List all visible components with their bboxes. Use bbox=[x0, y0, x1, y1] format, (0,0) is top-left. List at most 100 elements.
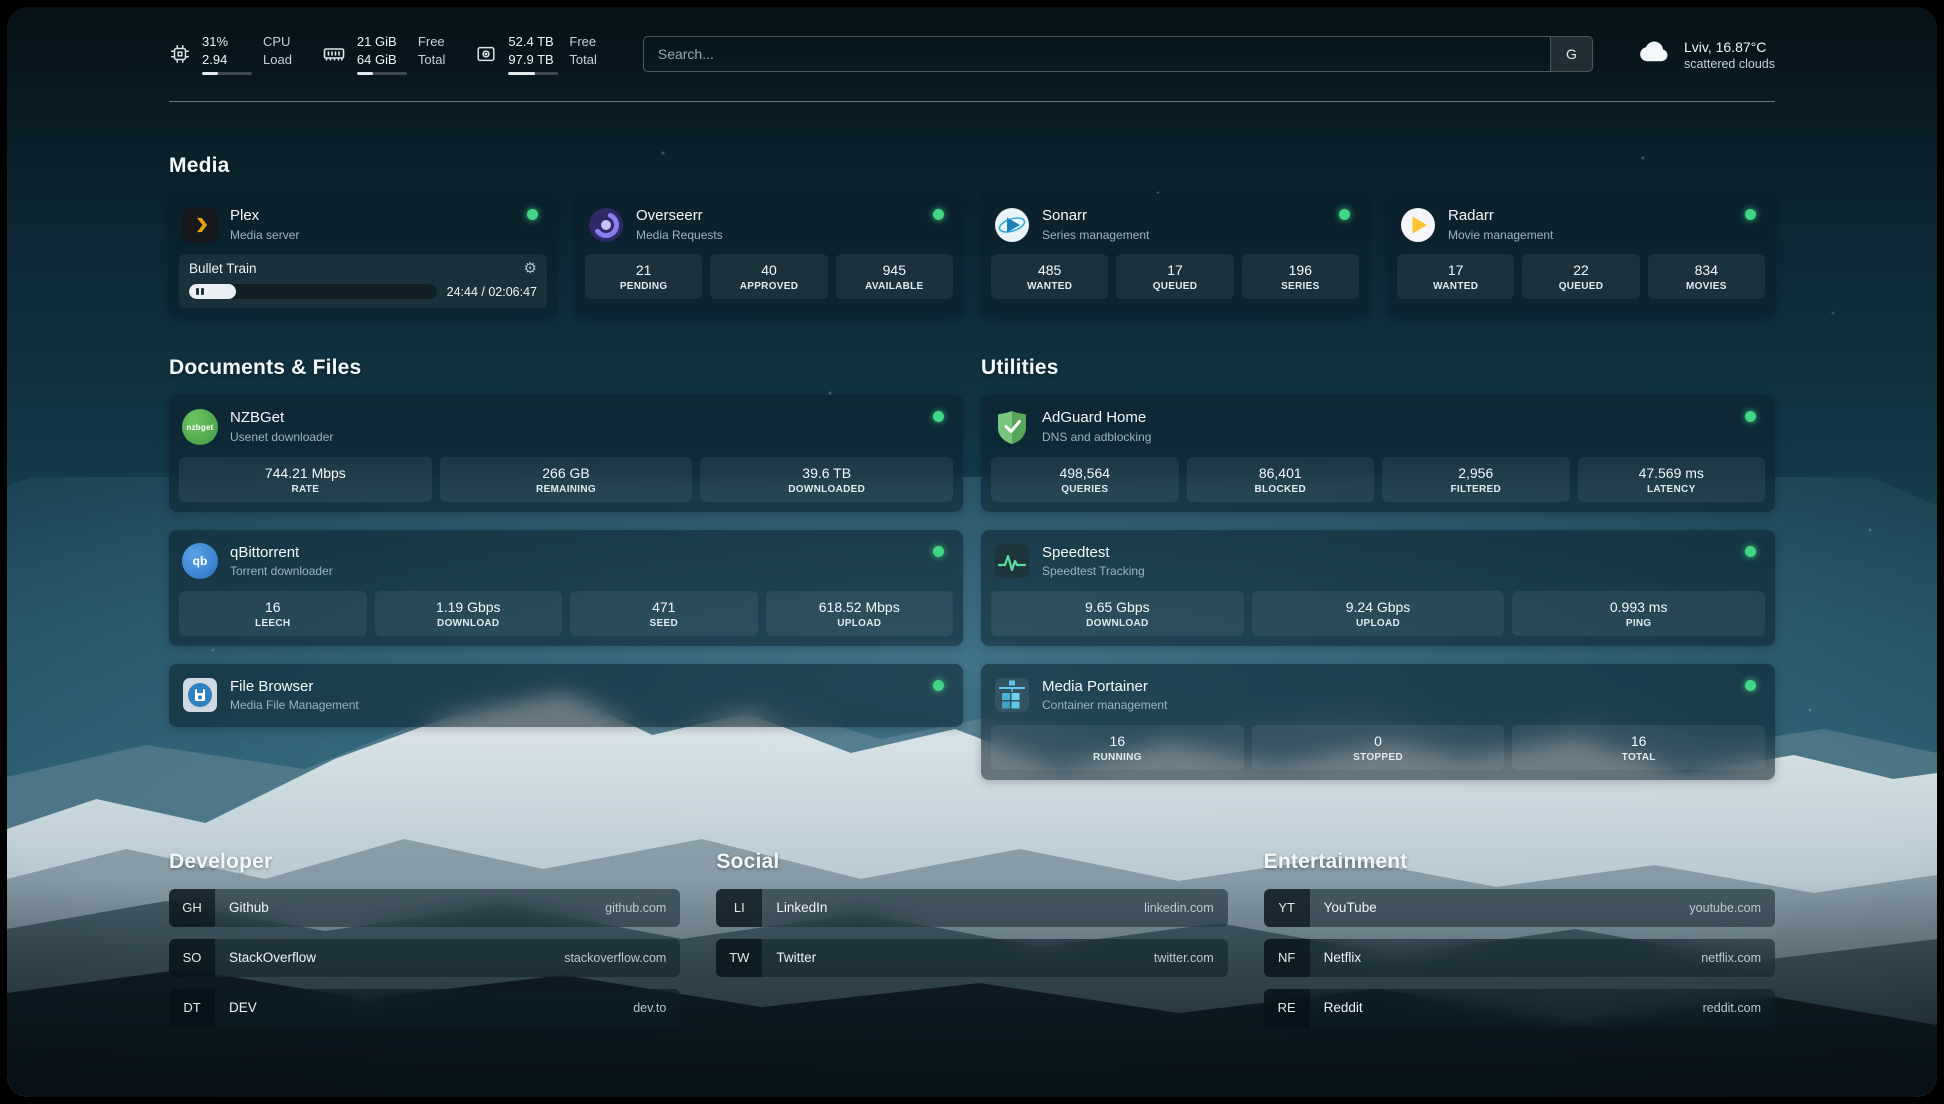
stat-approved: 40 APPROVED bbox=[710, 254, 827, 299]
service-subtitle: Usenet downloader bbox=[230, 430, 333, 446]
topbar: 31% 2.94 CPU Load bbox=[169, 33, 1775, 75]
cpu-values: 31% 2.94 bbox=[202, 33, 252, 75]
section-title-documents: Documents & Files bbox=[169, 356, 963, 380]
cpu-widget: 31% 2.94 CPU Load bbox=[169, 33, 292, 75]
bookmark-github[interactable]: GH Github github.com bbox=[169, 889, 680, 927]
disk-bar bbox=[508, 72, 558, 75]
cpu-percent: 31% bbox=[202, 33, 252, 51]
stat-queued: 22 QUEUED bbox=[1522, 254, 1639, 299]
playback-progress-track bbox=[189, 284, 437, 299]
service-card-overseerr[interactable]: Overseerr Media Requests 21 PENDING 40 A… bbox=[575, 193, 963, 318]
disk-widget: 52.4 TB 97.9 TB Free Total bbox=[475, 33, 596, 75]
sonarr-icon bbox=[994, 207, 1030, 243]
stat-ping: 0.993 ms PING bbox=[1512, 591, 1765, 636]
bookmark-group-title: Entertainment bbox=[1264, 850, 1775, 874]
stat-wanted: 485 WANTED bbox=[991, 254, 1108, 299]
nzbget-icon: nzbget bbox=[182, 409, 218, 445]
service-name: Media Portainer bbox=[1042, 677, 1167, 697]
section-documents: Documents & Files nzbget NZBGet Usenet d… bbox=[169, 356, 963, 744]
stat-stopped: 0 STOPPED bbox=[1252, 725, 1505, 770]
radarr-icon bbox=[1400, 207, 1436, 243]
service-card-adguard[interactable]: AdGuard Home DNS and adblocking 498,564 … bbox=[981, 395, 1775, 511]
adguard-icon bbox=[994, 409, 1030, 445]
bookmark-linkedin[interactable]: LI LinkedIn linkedin.com bbox=[716, 889, 1227, 927]
service-card-speedtest[interactable]: Speedtest Speedtest Tracking 9.65 Gbps D… bbox=[981, 530, 1775, 646]
service-subtitle: Container management bbox=[1042, 698, 1167, 714]
status-dot bbox=[933, 209, 944, 220]
service-name: Radarr bbox=[1448, 206, 1553, 226]
qbittorrent-icon: qb bbox=[182, 543, 218, 579]
memory-widget: 21 GiB 64 GiB Free Total bbox=[322, 33, 445, 75]
status-dot bbox=[933, 546, 944, 557]
service-subtitle: Series management bbox=[1042, 228, 1149, 244]
section-utilities: Utilities AdGuard Home bbox=[981, 356, 1775, 797]
stat-queries: 498,564 QUERIES bbox=[991, 457, 1179, 502]
dashboard-background: 31% 2.94 CPU Load bbox=[7, 7, 1937, 1097]
service-subtitle: Torrent downloader bbox=[230, 564, 333, 580]
memory-total: 64 GiB bbox=[357, 51, 407, 69]
disk-free: 52.4 TB bbox=[508, 33, 558, 51]
plex-icon bbox=[182, 207, 218, 243]
bookmark-reddit[interactable]: RE Reddit reddit.com bbox=[1264, 989, 1775, 1027]
stat-rate: 744.21 Mbps RATE bbox=[179, 457, 432, 502]
service-name: NZBGet bbox=[230, 408, 333, 428]
status-dot bbox=[1745, 209, 1756, 220]
bookmark-group-title: Developer bbox=[169, 850, 680, 874]
service-card-radarr[interactable]: Radarr Movie management 17 WANTED 22 QUE… bbox=[1387, 193, 1775, 318]
bookmark-twitter[interactable]: TW Twitter twitter.com bbox=[716, 939, 1227, 977]
service-card-qbittorrent[interactable]: qb qBittorrent Torrent downloader 16 LEE… bbox=[169, 530, 963, 646]
dashboard-window: 31% 2.94 CPU Load bbox=[0, 0, 1944, 1104]
search-provider-button[interactable]: G bbox=[1550, 37, 1592, 71]
memory-values: 21 GiB 64 GiB bbox=[357, 33, 407, 75]
section-title-utilities: Utilities bbox=[981, 356, 1775, 380]
service-subtitle: Movie management bbox=[1448, 228, 1553, 244]
stat-pending: 21 PENDING bbox=[585, 254, 702, 299]
stat-upload: 618.52 Mbps UPLOAD bbox=[766, 591, 954, 636]
now-playing-title: Bullet Train bbox=[189, 261, 257, 276]
service-name: Overseerr bbox=[636, 206, 723, 226]
pause-icon bbox=[196, 288, 199, 295]
search-bar: G bbox=[643, 36, 1593, 72]
service-name: Plex bbox=[230, 206, 299, 226]
bookmark-youtube[interactable]: YT YouTube youtube.com bbox=[1264, 889, 1775, 927]
status-dot bbox=[527, 209, 538, 220]
bookmark-stackoverflow[interactable]: SO StackOverflow stackoverflow.com bbox=[169, 939, 680, 977]
bookmark-dev[interactable]: DT DEV dev.to bbox=[169, 989, 680, 1027]
service-name: Sonarr bbox=[1042, 206, 1149, 226]
stat-available: 945 AVAILABLE bbox=[836, 254, 953, 299]
stat-latency: 47.569 ms LATENCY bbox=[1578, 457, 1766, 502]
search-input[interactable] bbox=[644, 37, 1550, 71]
service-subtitle: Media Requests bbox=[636, 228, 723, 244]
service-name: Speedtest bbox=[1042, 543, 1145, 563]
service-card-plex[interactable]: Plex Media server Bullet Train ⚙ bbox=[169, 193, 557, 318]
topbar-divider bbox=[169, 101, 1775, 102]
stat-blocked: 86,401 BLOCKED bbox=[1187, 457, 1375, 502]
gear-icon[interactable]: ⚙ bbox=[524, 261, 537, 276]
status-dot bbox=[933, 680, 944, 691]
service-name: qBittorrent bbox=[230, 543, 333, 563]
stat-leech: 16 LEECH bbox=[179, 591, 367, 636]
service-card-sonarr[interactable]: Sonarr Series management 485 WANTED 17 Q… bbox=[981, 193, 1369, 318]
status-dot bbox=[1745, 680, 1756, 691]
filebrowser-icon bbox=[182, 677, 218, 713]
bookmark-netflix[interactable]: NF Netflix netflix.com bbox=[1264, 939, 1775, 977]
bookmark-group-title: Social bbox=[716, 850, 1227, 874]
disk-labels: Free Total bbox=[569, 33, 596, 75]
weather-widget: Lviv, 16.87°C scattered clouds bbox=[1635, 37, 1775, 71]
stat-filtered: 2,956 FILTERED bbox=[1382, 457, 1570, 502]
cpu-labels: CPU Load bbox=[263, 33, 292, 75]
service-subtitle: Media server bbox=[230, 228, 299, 244]
stat-queued: 17 QUEUED bbox=[1116, 254, 1233, 299]
memory-icon bbox=[322, 42, 346, 66]
service-card-nzbget[interactable]: nzbget NZBGet Usenet downloader 744.21 M… bbox=[169, 395, 963, 511]
disk-values: 52.4 TB 97.9 TB bbox=[508, 33, 558, 75]
status-dot bbox=[1339, 209, 1350, 220]
status-dot bbox=[933, 411, 944, 422]
stat-series: 196 SERIES bbox=[1242, 254, 1359, 299]
playback-time: 24:44 / 02:06:47 bbox=[447, 285, 537, 299]
weather-condition: scattered clouds bbox=[1684, 57, 1775, 71]
section-title-media: Media bbox=[169, 154, 1775, 178]
bookmark-group-entertainment: Entertainment YT YouTube youtube.com NF … bbox=[1264, 850, 1775, 1039]
service-card-portainer[interactable]: Media Portainer Container management 16 … bbox=[981, 664, 1775, 780]
service-card-filebrowser[interactable]: File Browser Media File Management bbox=[169, 664, 963, 727]
